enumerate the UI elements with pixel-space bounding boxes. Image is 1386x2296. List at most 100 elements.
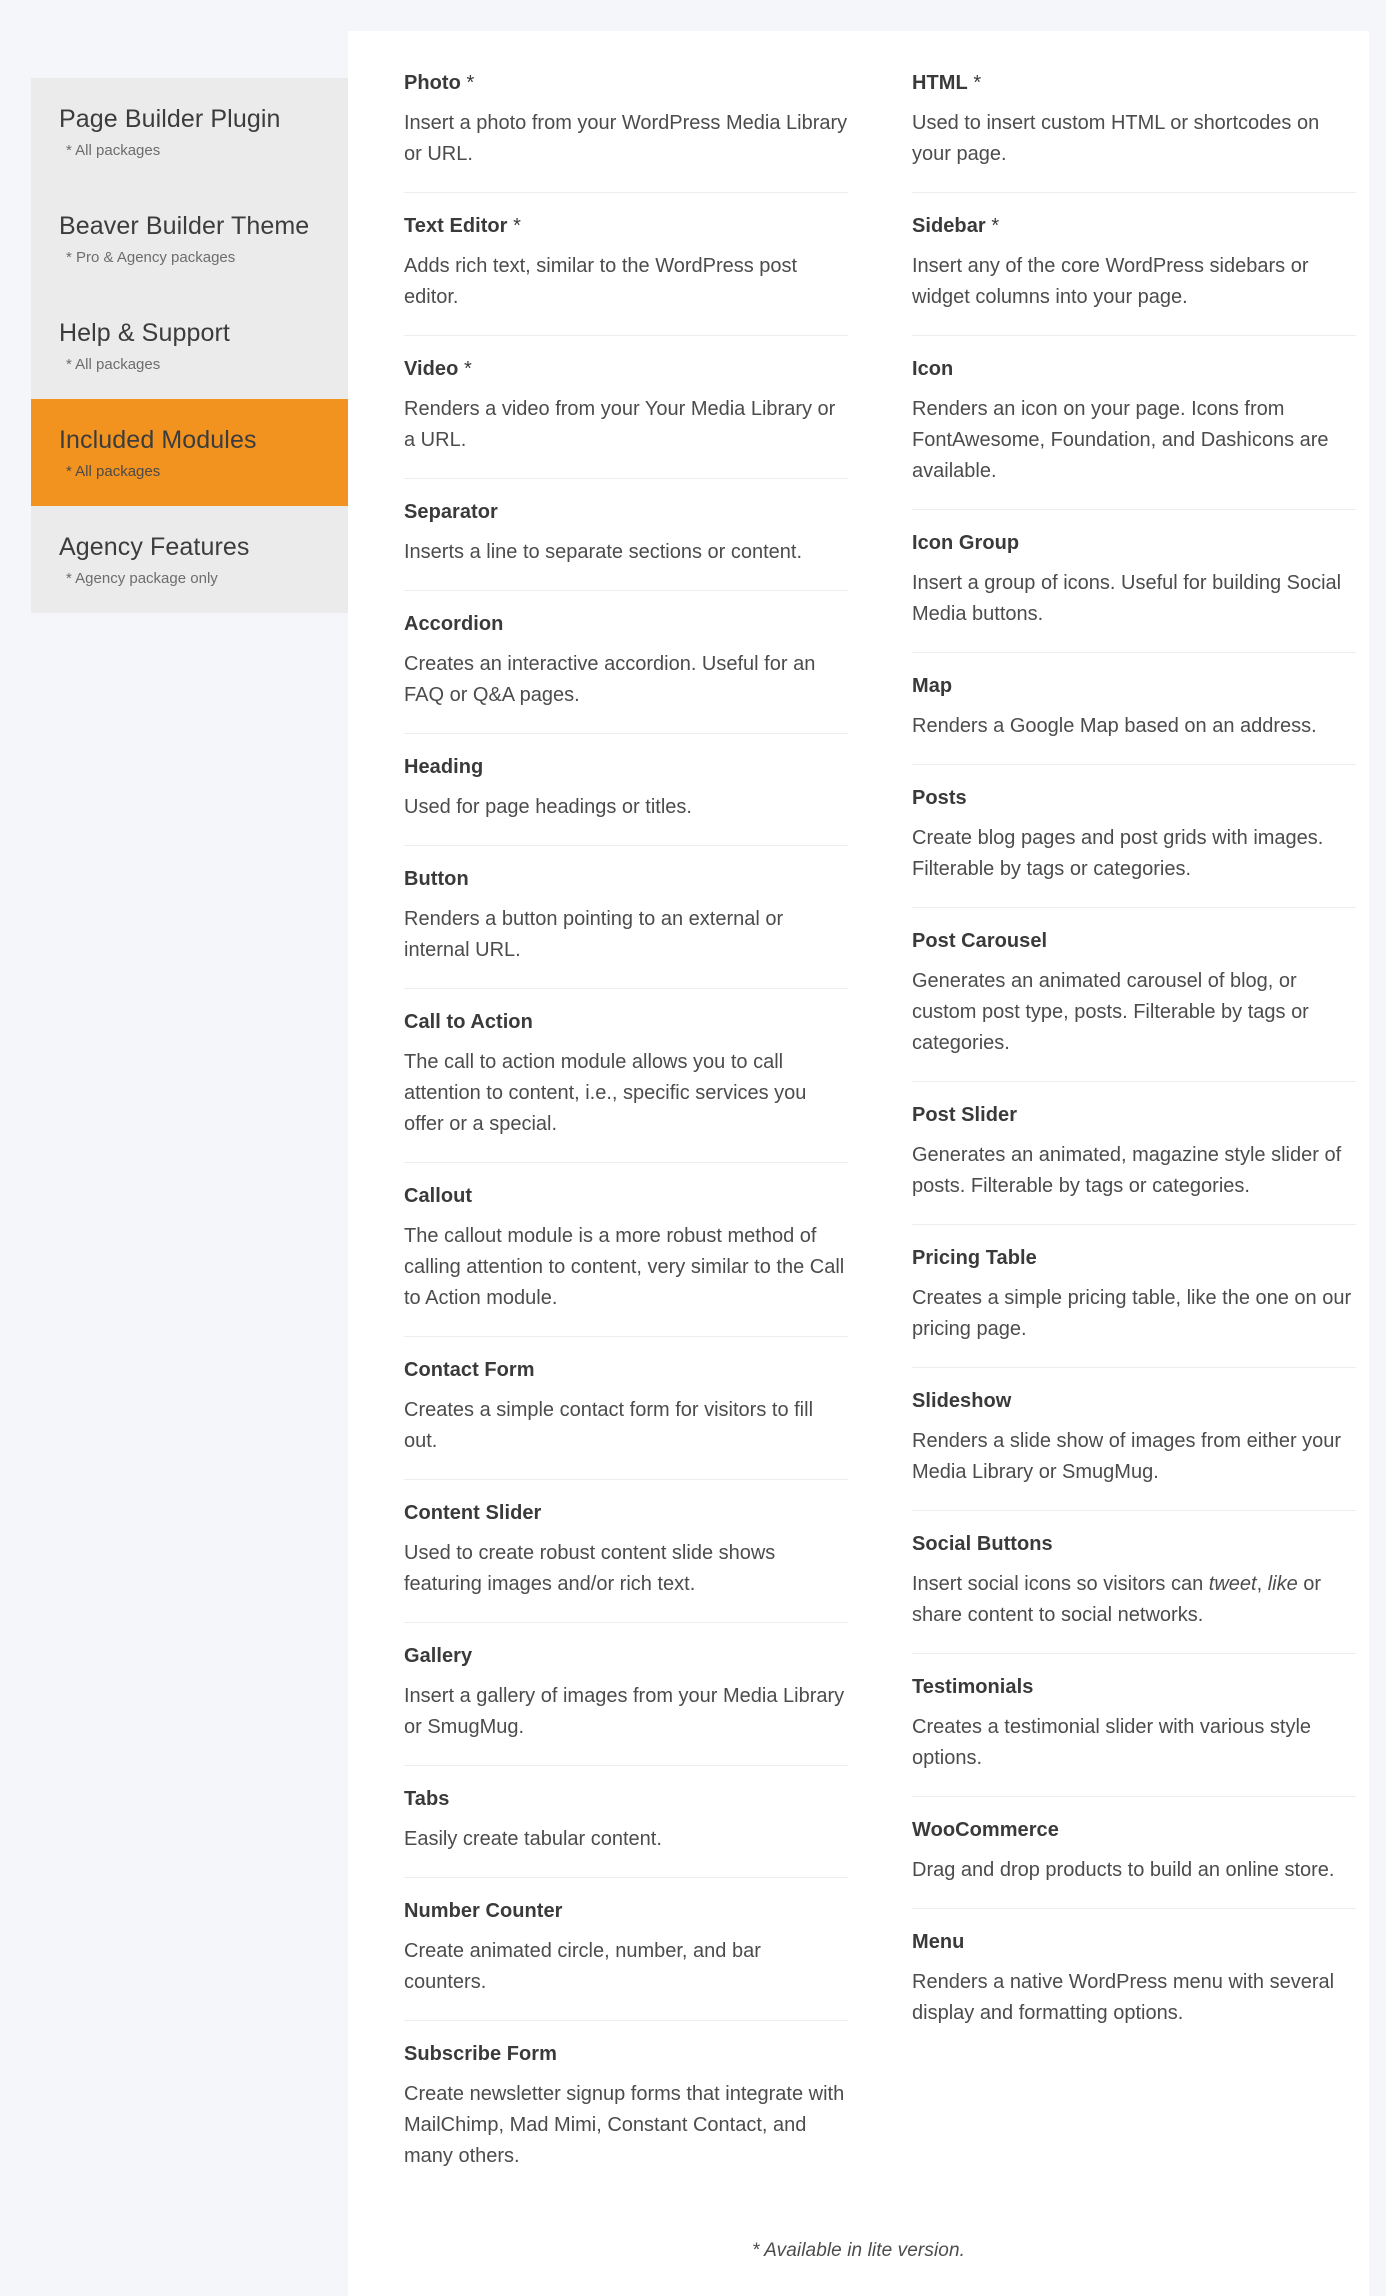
module-item: Tabs Easily create tabular content. — [404, 1765, 848, 1877]
module-name: Social Buttons — [912, 1533, 1053, 1555]
module-title: Posts — [912, 786, 1356, 811]
module-title: Subscribe Form — [404, 2042, 848, 2067]
module-item: Post Carousel Generates an animated carou… — [912, 907, 1356, 1081]
module-item: HTML * Used to insert custom HTML or shor… — [912, 71, 1356, 192]
module-description: Drag and drop products to build an onlin… — [912, 1859, 1335, 1881]
module-item: Map Renders a Google Map based on an addr… — [912, 652, 1356, 764]
module-item: Contact Form Creates a simple contact for… — [404, 1336, 848, 1479]
module-item: Call to Action The call to action module … — [404, 988, 848, 1162]
module-item: Content Slider Used to create robust cont… — [404, 1479, 848, 1622]
module-description: Inserts a line to separate sections or c… — [404, 541, 802, 563]
modules-right-column: HTML * Used to insert custom HTML or shor… — [912, 71, 1356, 2051]
module-name: Callout — [404, 1185, 473, 1207]
module-name: Posts — [912, 787, 967, 809]
module-item: Pricing Table Creates a simple pricing ta… — [912, 1224, 1356, 1367]
sidebar-item-sublabel: * All packages — [66, 142, 161, 159]
sidebar-item-label: Beaver Builder Theme — [59, 212, 310, 240]
module-title: Social Buttons — [912, 1532, 1356, 1557]
module-item: Slideshow Renders a slide show of images … — [912, 1367, 1356, 1510]
module-description: The callout module is a more robust meth… — [404, 1225, 845, 1309]
module-name: Button — [404, 868, 469, 890]
module-item: Number Counter Create animated circle, nu… — [404, 1877, 848, 2020]
module-description: Used to insert custom HTML or shortcodes… — [912, 112, 1320, 165]
module-item: Menu Renders a native WordPress menu with… — [912, 1908, 1356, 2051]
module-title: Gallery — [404, 1644, 848, 1669]
lite-version-asterisk: * — [985, 215, 1000, 237]
module-title: WooCommerce — [912, 1818, 1356, 1843]
module-title: Slideshow — [912, 1389, 1356, 1414]
module-name: Gallery — [404, 1645, 473, 1667]
module-name: Video — [404, 358, 459, 380]
sidebar-item-sublabel: * All packages — [66, 463, 161, 480]
module-description: Creates an interactive accordion. Useful… — [404, 653, 816, 706]
module-name: Icon — [912, 358, 954, 380]
sidebar-item-help-support[interactable]: Help & Support * All packages — [31, 292, 348, 399]
module-title: Post Slider — [912, 1103, 1356, 1128]
module-item: Heading Used for page headings or titles. — [404, 733, 848, 845]
sidebar-item-label: Agency Features — [59, 533, 250, 561]
module-item: Sidebar * Insert any of the core WordPres… — [912, 192, 1356, 335]
module-title: Icon Group — [912, 531, 1356, 556]
module-title: Number Counter — [404, 1899, 848, 1924]
module-description: Renders an icon on your page. Icons from… — [912, 398, 1329, 482]
module-item: Social Buttons Insert social icons so vis… — [912, 1510, 1356, 1653]
module-description: Generates an animated, magazine style sl… — [912, 1144, 1342, 1197]
module-name: Call to Action — [404, 1011, 533, 1033]
module-name: Subscribe Form — [404, 2043, 557, 2065]
module-name: WooCommerce — [912, 1819, 1059, 1841]
modules-columns: Photo * Insert a photo from your WordPres… — [404, 71, 1356, 2194]
sidebar-item-included-modules[interactable]: Included Modules * All packages — [31, 399, 348, 506]
module-description: Creates a simple contact form for visito… — [404, 1399, 814, 1452]
lite-version-asterisk: * — [458, 358, 472, 380]
module-name: Testimonials — [912, 1676, 1034, 1698]
module-description: Renders a native WordPress menu with sev… — [912, 1971, 1335, 2024]
module-item: Photo * Insert a photo from your WordPres… — [404, 71, 848, 192]
module-name: HTML — [912, 72, 968, 94]
module-title: Heading — [404, 755, 848, 780]
module-title: Map — [912, 674, 1356, 699]
module-name: Text Editor — [404, 215, 508, 237]
module-name: Separator — [404, 501, 498, 523]
modules-left-column: Photo * Insert a photo from your WordPres… — [404, 71, 848, 2194]
module-item: Gallery Insert a gallery of images from y… — [404, 1622, 848, 1765]
module-description: The call to action module allows you to … — [404, 1051, 807, 1135]
module-item: Button Renders a button pointing to an ex… — [404, 845, 848, 988]
module-item: Icon Renders an icon on your page. Icons … — [912, 335, 1356, 509]
sidebar-item-sublabel: * Agency package only — [66, 570, 218, 587]
module-name: Icon Group — [912, 532, 1020, 554]
module-name: Map — [912, 675, 953, 697]
module-title: Tabs — [404, 1787, 848, 1812]
module-item: Separator Inserts a line to separate sect… — [404, 478, 848, 590]
module-description: Renders a video from your Your Media Lib… — [404, 398, 836, 451]
module-item: Testimonials Creates a testimonial slider… — [912, 1653, 1356, 1796]
module-title: Post Carousel — [912, 929, 1356, 954]
module-title: Contact Form — [404, 1358, 848, 1383]
module-description: Used to create robust content slide show… — [404, 1542, 776, 1595]
module-title: Content Slider — [404, 1501, 848, 1526]
modules-card: Photo * Insert a photo from your WordPres… — [348, 31, 1369, 2296]
module-title: Icon — [912, 357, 1356, 382]
module-item: Post Slider Generates an animated, magazi… — [912, 1081, 1356, 1224]
module-description: Insert a group of icons. Useful for buil… — [912, 572, 1342, 625]
module-name: Post Slider — [912, 1104, 1018, 1126]
sidebar-item-sublabel: * Pro & Agency packages — [66, 249, 236, 266]
module-name: Menu — [912, 1931, 965, 1953]
module-description: Renders a button pointing to an external… — [404, 908, 784, 961]
module-title: HTML * — [912, 71, 1356, 96]
sidebar-item-page-builder-plugin[interactable]: Page Builder Plugin * All packages — [31, 78, 348, 185]
module-title: Photo * — [404, 71, 848, 96]
module-title: Call to Action — [404, 1010, 848, 1035]
module-description: Creates a simple pricing table, like the… — [912, 1287, 1352, 1340]
module-description: Used for page headings or titles. — [404, 796, 692, 818]
module-description: Renders a Google Map based on an address… — [912, 715, 1317, 737]
module-name: Content Slider — [404, 1502, 542, 1524]
sidebar-nav: Page Builder Plugin * All packages Beaver … — [31, 78, 348, 613]
module-name: Sidebar — [912, 215, 986, 237]
module-name: Pricing Table — [912, 1247, 1037, 1269]
sidebar-item-beaver-builder-theme[interactable]: Beaver Builder Theme * Pro & Agency packa… — [31, 185, 348, 292]
module-description: Adds rich text, similar to the WordPress… — [404, 255, 798, 308]
sidebar-item-label: Included Modules — [59, 426, 257, 454]
sidebar-item-agency-features[interactable]: Agency Features * Agency package only — [31, 506, 348, 613]
module-title: Pricing Table — [912, 1246, 1356, 1271]
lite-version-asterisk: * — [967, 72, 982, 94]
